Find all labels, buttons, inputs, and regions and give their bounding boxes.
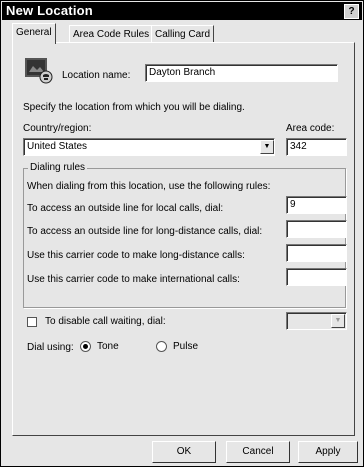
tone-radio-label[interactable]: Tone (97, 341, 119, 352)
area-code-label: Area code: (286, 123, 335, 134)
area-code-input[interactable]: 342 (286, 138, 347, 156)
new-location-dialog: New Location ? General Area Code Rules C… (0, 0, 364, 467)
cancel-button[interactable]: Cancel (226, 441, 290, 463)
dialing-rules-legend: Dialing rules (28, 162, 88, 173)
chevron-down-icon: ▼ (334, 317, 342, 324)
call-waiting-checkbox[interactable] (27, 317, 37, 327)
long-distance-label: To access an outside line for long-dista… (27, 226, 263, 237)
tab-general[interactable]: General (12, 23, 56, 44)
apply-button[interactable]: Apply (298, 441, 358, 463)
call-waiting-label[interactable]: To disable call waiting, dial: (45, 316, 166, 327)
location-name-input[interactable]: Dayton Branch (145, 64, 338, 82)
carrier-long-distance-input[interactable] (286, 244, 347, 262)
help-icon: ? (348, 6, 355, 17)
carrier-long-distance-label: Use this carrier code to make long-dista… (27, 250, 245, 261)
local-calls-input[interactable]: 9 (286, 196, 347, 214)
location-name-label: Location name: (62, 70, 131, 81)
title-bar[interactable]: New Location ? (2, 2, 362, 20)
specify-location-text: Specify the location from which you will… (23, 102, 245, 113)
country-region-select[interactable]: United States (23, 138, 275, 156)
country-dropdown-button[interactable]: ▼ (260, 140, 274, 154)
tone-radio[interactable] (80, 341, 91, 352)
dial-using-label: Dial using: (27, 342, 74, 353)
tab-calling-card[interactable]: Calling Card (151, 25, 215, 43)
carrier-international-label: Use this carrier code to make internatio… (27, 274, 240, 285)
long-distance-input[interactable] (286, 220, 347, 238)
local-calls-label: To access an outside line for local call… (27, 203, 224, 214)
pulse-radio-label[interactable]: Pulse (173, 341, 198, 352)
ok-button[interactable]: OK (152, 441, 216, 463)
country-region-label: Country/region: (23, 123, 92, 134)
call-waiting-dropdown-button[interactable]: ▼ (331, 314, 345, 328)
pulse-radio[interactable] (156, 341, 167, 352)
general-tab-panel: Location name: Dayton Branch Specify the… (12, 42, 355, 436)
tab-area-code-rules[interactable]: Area Code Rules (69, 25, 154, 43)
carrier-international-input[interactable] (286, 268, 347, 286)
help-button[interactable]: ? (344, 4, 359, 19)
location-phone-icon (25, 58, 55, 84)
chevron-down-icon: ▼ (263, 143, 271, 150)
window-title: New Location (6, 3, 93, 18)
dialing-rules-intro: When dialing from this location, use the… (27, 181, 271, 192)
